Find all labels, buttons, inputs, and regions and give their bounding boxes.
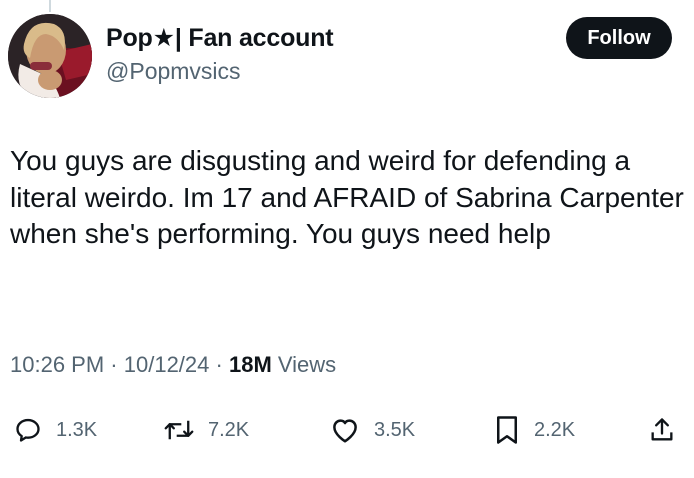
thread-connector-line — [49, 0, 51, 12]
bookmark-button[interactable]: 2.2K — [494, 410, 575, 450]
author-info: Pop★| Fan account @Popmvsics — [106, 22, 334, 86]
views-label[interactable]: Views — [278, 352, 336, 377]
share-button[interactable] — [648, 410, 676, 450]
tweet-meta: 10:26 PM · 10/12/24 · 18M Views — [10, 352, 336, 378]
meta-separator: · — [110, 352, 118, 377]
reply-count: 1.3K — [56, 418, 98, 441]
tweet-actions: 1.3K 7.2K 3.5K 2.2K — [0, 410, 694, 450]
share-icon — [651, 418, 673, 441]
avatar-photo — [8, 14, 92, 98]
repost-icon — [164, 420, 194, 440]
author-handle[interactable]: @Popmvsics — [106, 56, 333, 86]
repost-button[interactable]: 7.2K — [164, 410, 249, 450]
tweet-time[interactable]: 10:26 PM — [10, 352, 104, 377]
tweet-date[interactable]: 10/12/24 — [124, 352, 210, 377]
like-button[interactable]: 3.5K — [330, 410, 415, 450]
bookmark-count: 2.2K — [534, 418, 576, 441]
like-count: 3.5K — [374, 418, 416, 441]
heart-icon — [333, 419, 357, 443]
avatar[interactable] — [8, 14, 92, 98]
author-display-name[interactable]: Pop★| Fan account — [106, 22, 334, 54]
follow-button[interactable]: Follow — [566, 17, 672, 59]
reply-button[interactable]: 1.3K — [14, 410, 97, 450]
views-count[interactable]: 18M — [229, 352, 272, 377]
reply-icon — [16, 418, 40, 442]
meta-separator: · — [215, 352, 223, 377]
repost-count: 7.2K — [208, 418, 250, 441]
tweet-text: You guys are disgusting and weird for de… — [10, 145, 684, 249]
bookmark-icon — [497, 416, 517, 444]
